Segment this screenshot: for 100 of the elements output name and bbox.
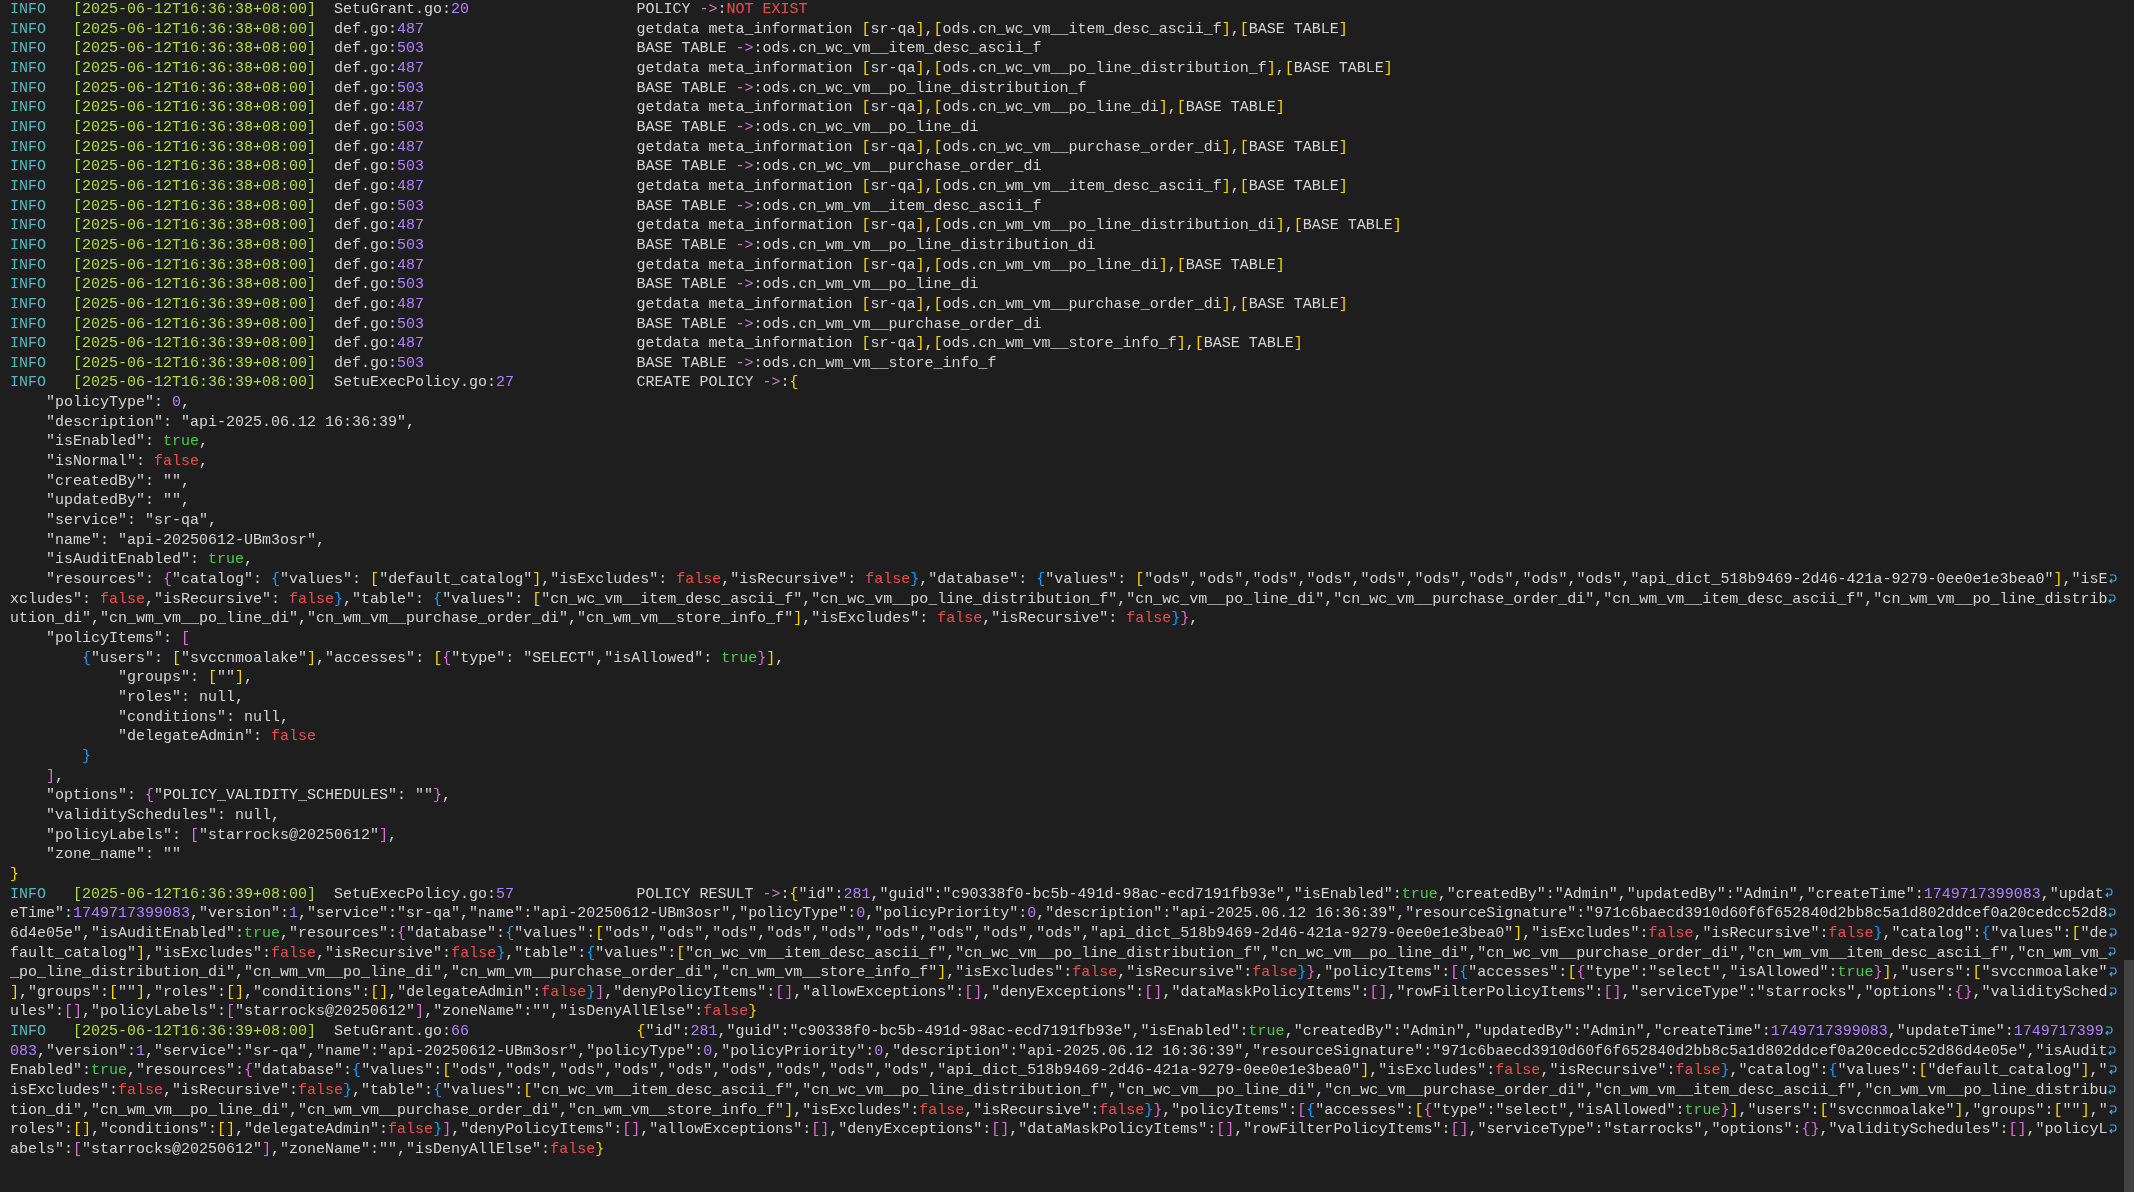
- log-message: getdata meta_information [sr-qa],[ods.cn_wc_vm__po_line_di],[BASE TABLE]: [636, 98, 1285, 118]
- source-location: def.go:503: [334, 353, 425, 374]
- log-text: isExcludes":false,"isRecursive":false},"table":{"values":["cn_wc_vm__item_desc_ascii_f","cn_wc_vm__po_line_distribution_f","cn_wc_vm__po_line_di","cn_wc_vm__purchase_order_di","cn_wm_vm__item_desc_ascii_f","cn_wm_vm__po_line_distribu: [10, 1081, 2108, 1101]
- log-text: 6d4e05e","isAuditEnabled":true,"resources":{"database":{"values":["ods","ods","ods","ods","ods","ods","ods","ods","ods","api_dict_518b9469-2d46-421a-9279-0ee0e1e3bea0"],"isExcludes":false,"isRecursive":false},"catalog":{"values":["de: [10, 923, 2108, 944]
- source-location: def.go:503: [334, 117, 425, 138]
- source-location: SetuExecPolicy.go:57: [334, 884, 515, 905]
- log-text: "policyType": 0,: [45, 393, 191, 413]
- log-timestamp: [2025-06-12T16:36:38+08:00]: [73, 20, 317, 38]
- log-text: "conditions": null,: [117, 707, 290, 728]
- source-location: SetuGrant.go:66: [334, 1022, 470, 1042]
- log-text: roles":[],"conditions":[],"delegateAdmin":false}],"denyPolicyItems":[],"allowExceptions":[],"denyExceptions":[],"dataMaskPolicyItems":[],"rowFilterPolicyItems":[],"serviceType":"starrocks","options":{},"validitySchedules":[],"policyL: [10, 1120, 2108, 1141]
- log-level: INFO: [10, 78, 46, 99]
- log-message: BASE TABLE ->:ods.cn_wc_vm__po_line_di: [636, 117, 979, 138]
- log-level: INFO: [10, 216, 46, 236]
- log-message: getdata meta_information [sr-qa],[ods.cn_wc_vm__item_desc_ascii_f],[BASE TABLE]: [636, 19, 1348, 40]
- log-text: "isNormal": false,: [45, 452, 209, 472]
- log-timestamp: [2025-06-12T16:36:39+08:00]: [73, 295, 317, 313]
- log-text: _po_line_distribution_di","cn_wm_vm__po_line_di","cn_wm_vm__purchase_order_di","cn_wm_vm__store_info_f"],"isExcludes":false,"isRecursive":false}},"policyItems":[{"accesses":[{"type":"select","isAllowed":true}],"users":["svccnmoalake": [10, 963, 2108, 983]
- log-message: BASE TABLE ->:ods.cn_wm_vm__item_desc_ascii_f: [636, 196, 1042, 217]
- log-text: 083,"version":1,"service":"sr-qa","name":"api-20250612-UBm3osr","policyType":0,"policyPriority":0,"description":"api-2025.06.12 16:36:39","resourceSignature":"971c6baecd3910d60f6f652840d2bb8c5a1d802ddcef0a20cedcc52d86d4e05e","isAudit: [10, 1041, 2108, 1062]
- log-message: BASE TABLE ->:ods.cn_wc_vm__item_desc_ascii_f: [636, 39, 1042, 59]
- log-level: INFO: [10, 294, 46, 315]
- log-text: "zone_name": "": [45, 845, 182, 865]
- log-timestamp: [2025-06-12T16:36:38+08:00]: [73, 197, 317, 215]
- log-text: "delegateAdmin": false: [117, 727, 317, 747]
- source-location: def.go:503: [334, 314, 425, 335]
- log-level: INFO: [10, 884, 46, 905]
- source-location: def.go:487: [334, 255, 425, 276]
- log-text: xcludes": false,"isRecursive": false},"table": {"values": ["cn_wc_vm__item_desc_ascii_f","cn_wc_vm__po_line_distribution_f","cn_wc_vm__po_line_di","cn_wc_vm__purchase_order_di","cn_wm_vm__item_desc_ascii_f","cn_wm_vm__po_line_distrib: [10, 589, 2108, 610]
- source-location: def.go:503: [334, 196, 425, 217]
- log-text: eTime":1749717399083,"version":1,"service":"sr-qa","name":"api-20250612-UBm3osr","policyType":0,"policyPriority":0,"description":"api-2025.06.12 16:36:39","resourceSignature":"971c6baecd3910d60f6f652840d2bb8c5a1d802ddcef0a20cedcc52d8: [10, 904, 2108, 924]
- log-level: INFO: [10, 255, 46, 276]
- log-text: ution_di","cn_wm_vm__po_line_di","cn_wm_vm__purchase_order_di","cn_wm_vm__store_info_f"],"isExcludes": false,"isRecursive": false}},: [10, 609, 1199, 629]
- log-level: INFO: [10, 275, 46, 295]
- log-level: INFO: [10, 39, 46, 59]
- log-text: "service": "sr-qa",: [45, 511, 218, 531]
- log-message: BASE TABLE ->:ods.cn_wm_vm__po_line_di: [636, 275, 979, 295]
- log-text: "validitySchedules": null,: [45, 805, 281, 826]
- source-location: def.go:503: [334, 275, 425, 295]
- log-level: INFO: [10, 137, 46, 158]
- log-level: INFO: [10, 1022, 46, 1042]
- log-text: "resources": {"catalog": {"values": ["default_catalog"],"isExcludes": false,"isRecursive": false},"database": {"values": ["ods","ods","ods","ods","ods","ods","ods","ods","ods","api_dict_518b9469-2d46-421a-9279-0ee0e1e3bea0"],"isE: [45, 570, 2108, 590]
- log-message: BASE TABLE ->:ods.cn_wc_vm__purchase_order_di: [636, 157, 1042, 177]
- source-location: def.go:503: [334, 78, 425, 99]
- source-location: def.go:487: [334, 334, 425, 354]
- log-level: INFO: [10, 353, 46, 374]
- source-location: def.go:503: [334, 157, 425, 177]
- log-timestamp: [2025-06-12T16:36:39+08:00]: [73, 374, 317, 392]
- log-level: INFO: [10, 0, 46, 20]
- log-level: INFO: [10, 157, 46, 177]
- log-text: "isAuditEnabled": true,: [45, 550, 254, 571]
- log-message: {"id":281,"guid":"c90338f0-bc5b-491d-98ac-ecd7191fb93e","isEnabled":true,"createdBy":"Admin","updatedBy":"Admin","createTime":1749717399083,"updateTime":1749717399: [636, 1022, 2104, 1042]
- log-level: INFO: [10, 58, 46, 79]
- log-text: Enabled":true,"resources":{"database":{"values":["ods","ods","ods","ods","ods","ods","ods","ods","ods","api_dict_518b9469-2d46-421a-9279-0ee0e1e3bea0"],"isExcludes":false,"isRecursive":false},"catalog":{"values":["default_catalog"],": [10, 1061, 2108, 1082]
- log-timestamp: [2025-06-12T16:36:38+08:00]: [73, 59, 317, 77]
- log-message: getdata meta_information [sr-qa],[ods.cn_wc_vm__po_line_distribution_f],[BASE TABLE]: [636, 58, 1393, 79]
- log-timestamp: [2025-06-12T16:36:38+08:00]: [73, 217, 317, 235]
- log-text: "roles": null,: [117, 687, 245, 708]
- source-location: def.go:487: [334, 216, 425, 236]
- log-level: INFO: [10, 196, 46, 217]
- source-location: def.go:503: [334, 235, 425, 256]
- log-timestamp: [2025-06-12T16:36:38+08:00]: [73, 276, 317, 294]
- log-text: "createdBy": "",: [45, 471, 191, 492]
- log-timestamp: [2025-06-12T16:36:38+08:00]: [73, 236, 317, 254]
- source-location: def.go:487: [334, 294, 425, 315]
- log-text: ules":[],"policyLabels":["starrocks@20250612"],"zoneName":"","isDenyAllElse":false}: [10, 1002, 758, 1023]
- log-text: ],"groups":[""],"roles":[],"conditions":[],"delegateAdmin":false}],"denyPolicyItems":[],"allowExceptions":[],"denyExceptions":[],"dataMaskPolicyItems":[],"rowFilterPolicyItems":[],"serviceType":"starrocks","options":{},"validitySched: [10, 982, 2108, 1003]
- log-level: INFO: [10, 334, 46, 354]
- log-level: INFO: [10, 19, 46, 40]
- source-location: SetuGrant.go:20: [334, 0, 470, 20]
- log-level: INFO: [10, 314, 46, 335]
- log-message: CREATE POLICY ->:{: [636, 373, 799, 394]
- log-text: "policyLabels": ["starrocks@20250612"],: [45, 825, 398, 846]
- log-text: {"users": ["svccnmoalake"],"accesses": [{"type": "SELECT","isAllowed": true}],: [81, 648, 785, 669]
- log-timestamp: [2025-06-12T16:36:39+08:00]: [73, 335, 317, 353]
- log-text: "isEnabled": true,: [45, 432, 209, 453]
- log-text: "groups": [""],: [117, 668, 254, 688]
- log-message: POLICY ->:NOT EXIST: [636, 0, 808, 20]
- log-timestamp: [2025-06-12T16:36:39+08:00]: [73, 354, 317, 372]
- source-location: def.go:487: [334, 58, 425, 79]
- source-location: def.go:503: [334, 39, 425, 59]
- log-message: BASE TABLE ->:ods.cn_wm_vm__store_info_f: [636, 353, 997, 374]
- log-text: ],: [45, 766, 65, 787]
- log-text: "description": "api-2025.06.12 16:36:39",: [45, 412, 416, 433]
- log-message: getdata meta_information [sr-qa],[ods.cn_wm_vm__item_desc_ascii_f],[BASE TABLE]: [636, 176, 1348, 197]
- log-timestamp: [2025-06-12T16:36:38+08:00]: [73, 79, 317, 97]
- log-timestamp: [2025-06-12T16:36:38+08:00]: [73, 158, 317, 176]
- log-timestamp: [2025-06-12T16:36:38+08:00]: [73, 138, 317, 156]
- log-timestamp: [2025-06-12T16:36:39+08:00]: [73, 315, 317, 333]
- source-location: def.go:487: [334, 176, 425, 197]
- log-level: INFO: [10, 176, 46, 197]
- log-timestamp: [2025-06-12T16:36:39+08:00]: [73, 1023, 317, 1041]
- log-text: fault_catalog"],"isExcludes":false,"isRecursive":false},"table":{"values":["cn_wc_vm__item_desc_ascii_f","cn_wc_vm__po_line_distribution_f","cn_wc_vm__po_line_di","cn_wc_vm__purchase_order_di","cn_wm_vm__item_desc_ascii_f","cn_wm_vm_: [10, 943, 2108, 964]
- log-text: "updatedBy": "",: [45, 491, 191, 512]
- log-message: getdata meta_information [sr-qa],[ods.cn_wm_vm__purchase_order_di],[BASE TABLE]: [636, 294, 1348, 315]
- log-level: INFO: [10, 373, 46, 394]
- log-level: INFO: [10, 235, 46, 256]
- log-text: "name": "api-20250612-UBm3osr",: [45, 530, 326, 551]
- log-timestamp: [2025-06-12T16:36:38+08:00]: [73, 40, 317, 58]
- log-text: abels":["starrocks@20250612"],"zoneName":"","isDenyAllElse":false}: [10, 1140, 605, 1160]
